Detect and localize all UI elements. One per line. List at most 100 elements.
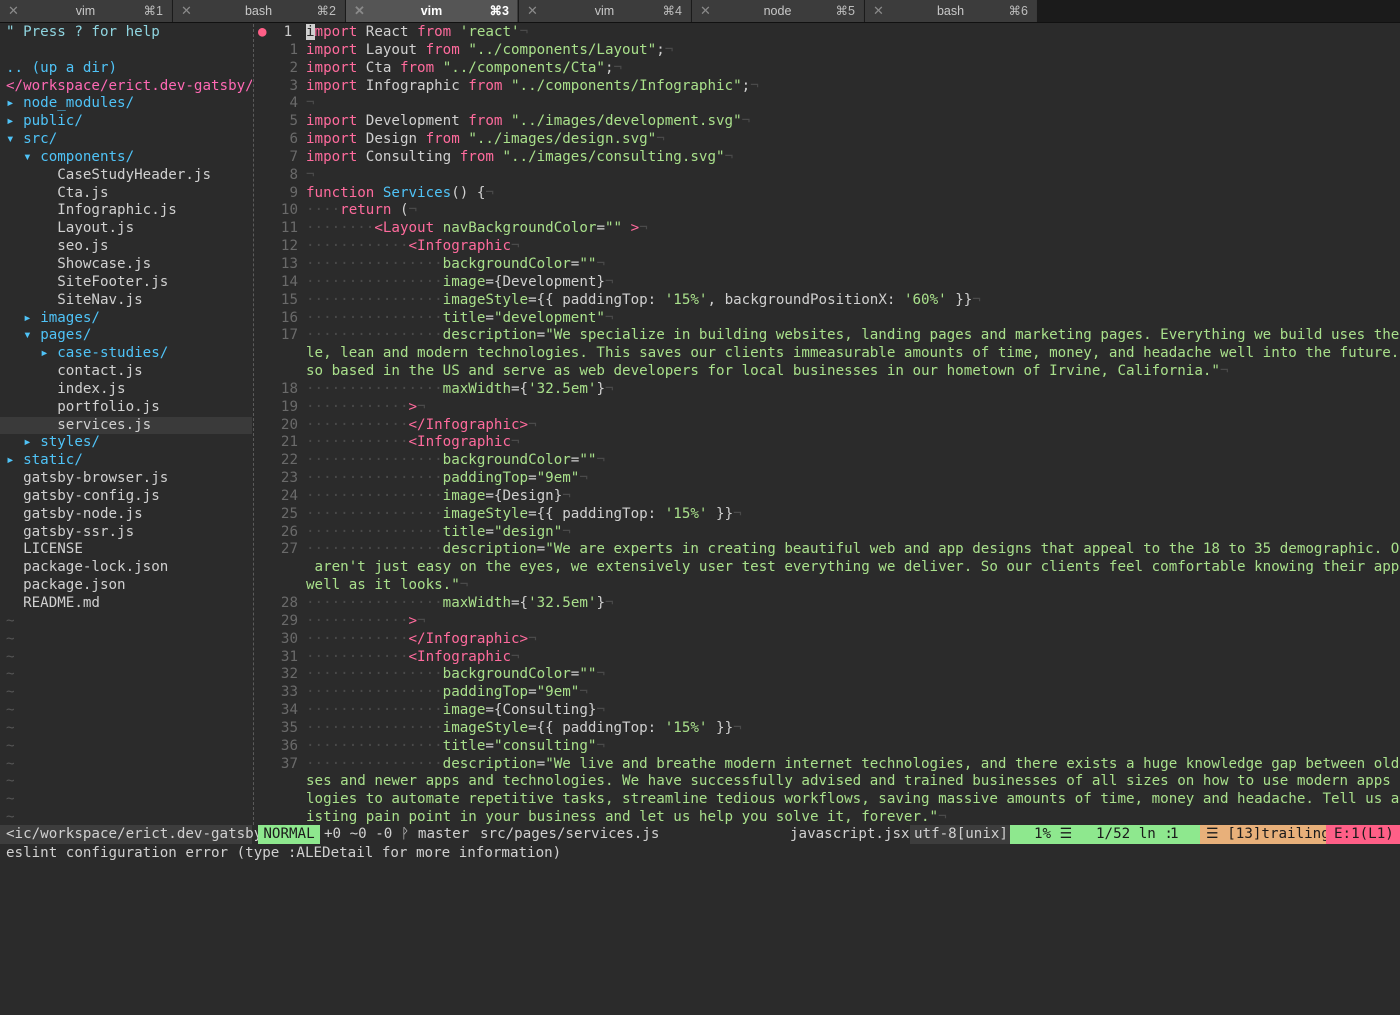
code-line[interactable]: ················imageStyle={{ paddingTop… <box>306 506 1400 524</box>
tree-directory[interactable]: ▾ pages/ <box>0 327 252 345</box>
tree-directory[interactable]: ▸ static/ <box>0 452 252 470</box>
close-tab-icon[interactable]: ✕ <box>527 0 538 22</box>
tree-directory[interactable]: ▸ images/ <box>0 310 252 328</box>
code-line[interactable]: ················backgroundColor=""¬ <box>306 256 1400 274</box>
collapsed-arrow-icon[interactable]: ▸ <box>23 310 40 326</box>
code-line[interactable]: ················imageStyle={{ paddingTop… <box>306 720 1400 738</box>
tree-file[interactable]: gatsby-config.js <box>0 488 252 506</box>
collapsed-arrow-icon[interactable]: ▸ <box>6 452 23 468</box>
tree-directory[interactable]: ▸ styles/ <box>0 434 252 452</box>
tree-file[interactable]: LICENSE <box>0 541 252 559</box>
close-tab-icon[interactable]: ✕ <box>354 0 365 22</box>
tree-file[interactable]: services.js <box>0 416 252 435</box>
code-line[interactable]: ················backgroundColor=""¬ <box>306 452 1400 470</box>
code-line[interactable]: ················title="design"¬ <box>306 524 1400 542</box>
code-line[interactable]: import Layout from "../components/Layout… <box>306 42 1400 60</box>
code-line[interactable]: so based in the US and serve as web deve… <box>306 363 1400 381</box>
tree-file[interactable]: portfolio.js <box>0 399 252 417</box>
tree-file[interactable]: SiteNav.js <box>0 292 252 310</box>
code-editor[interactable]: import React from 'react'¬ import Layout … <box>306 24 1400 825</box>
code-line[interactable]: ················image={Development}¬ <box>306 274 1400 292</box>
code-line[interactable]: ················image={Consulting}¬ <box>306 702 1400 720</box>
tree-file[interactable]: gatsby-ssr.js <box>0 524 252 542</box>
collapsed-arrow-icon[interactable]: ▸ <box>23 434 40 450</box>
tree-directory[interactable]: ▸ node_modules/ <box>0 95 252 113</box>
tree-file[interactable]: gatsby-node.js <box>0 506 252 524</box>
code-line[interactable]: import Development from "../images/devel… <box>306 113 1400 131</box>
code-line[interactable]: ················description="We speciali… <box>306 327 1400 345</box>
code-line[interactable]: ············<Infographic¬ <box>306 649 1400 667</box>
tab-4[interactable]: vim ✕ ⌘4 <box>519 0 691 22</box>
code-line[interactable]: ················imageStyle={{ paddingTop… <box>306 292 1400 310</box>
expanded-arrow-icon[interactable]: ▾ <box>23 327 40 343</box>
tab-5[interactable]: node ✕ ⌘5 <box>692 0 864 22</box>
code-line[interactable]: ················backgroundColor=""¬ <box>306 666 1400 684</box>
tree-file[interactable]: Infographic.js <box>0 202 252 220</box>
code-line[interactable]: ················maxWidth={'32.5em'}¬ <box>306 595 1400 613</box>
tab-1[interactable]: vim ✕ ⌘1 <box>0 0 172 22</box>
tree-file[interactable]: package-lock.json <box>0 559 252 577</box>
close-tab-icon[interactable]: ✕ <box>873 0 884 22</box>
code-line[interactable]: ················title="development"¬ <box>306 310 1400 328</box>
collapsed-arrow-icon[interactable]: ▸ <box>6 95 23 111</box>
code-line[interactable]: ············>¬ <box>306 613 1400 631</box>
expanded-arrow-icon[interactable]: ▾ <box>6 131 23 147</box>
code-token: ( <box>391 202 409 219</box>
tree-file[interactable]: package.json <box>0 577 252 595</box>
tree-file[interactable]: README.md <box>0 595 252 613</box>
code-line[interactable]: ················maxWidth={'32.5em'}¬ <box>306 381 1400 399</box>
code-line[interactable]: import Infographic from "../components/I… <box>306 78 1400 96</box>
tab-3[interactable]: vim ✕ ⌘3 <box>346 0 518 22</box>
tree-file[interactable]: index.js <box>0 381 252 399</box>
collapsed-arrow-icon[interactable]: ▸ <box>6 113 23 129</box>
code-line[interactable]: ····return (¬ <box>306 202 1400 220</box>
code-line[interactable]: ¬ <box>306 95 1400 113</box>
code-line[interactable]: import React from 'react'¬ <box>306 24 1400 42</box>
code-line[interactable]: ················description="We live and… <box>306 756 1400 774</box>
code-line[interactable]: ············<Infographic¬ <box>306 434 1400 452</box>
close-tab-icon[interactable]: ✕ <box>700 0 711 22</box>
code-line[interactable]: ses and newer apps and technologies. We … <box>306 773 1400 791</box>
close-tab-icon[interactable]: ✕ <box>181 0 192 22</box>
code-line[interactable]: ············<Infographic¬ <box>306 238 1400 256</box>
code-line[interactable]: ················description="We are expe… <box>306 541 1400 559</box>
code-line[interactable]: ················image={Design}¬ <box>306 488 1400 506</box>
tree-file[interactable]: Cta.js <box>0 185 252 203</box>
code-line[interactable]: aren't just easy on the eyes, we extensi… <box>306 559 1400 577</box>
code-line[interactable]: le, lean and modern technologies. This s… <box>306 345 1400 363</box>
tree-up-dir[interactable]: .. (up a dir) <box>0 60 252 78</box>
tree-directory[interactable]: ▾ src/ <box>0 131 252 149</box>
collapsed-arrow-icon[interactable]: ▸ <box>40 345 57 361</box>
code-line[interactable]: isting pain point in your business and l… <box>306 809 1400 825</box>
code-line[interactable]: ············</Infographic>¬ <box>306 631 1400 649</box>
code-line[interactable]: function Services() {¬ <box>306 185 1400 203</box>
code-line[interactable]: ¬ <box>306 167 1400 185</box>
tree-file[interactable]: Layout.js <box>0 220 252 238</box>
code-line[interactable]: ················title="consulting"¬ <box>306 738 1400 756</box>
tree-directory[interactable]: ▸ case-studies/ <box>0 345 252 363</box>
tree-directory[interactable]: ▾ components/ <box>0 149 252 167</box>
code-line[interactable]: import Design from "../images/design.svg… <box>306 131 1400 149</box>
tree-directory[interactable]: ▸ public/ <box>0 113 252 131</box>
tree-root-path[interactable]: </workspace/erict.dev-gatsby/ <box>0 78 252 96</box>
code-line[interactable]: logies to automate repetitive tasks, str… <box>306 791 1400 809</box>
expanded-arrow-icon[interactable]: ▾ <box>23 149 40 165</box>
tree-file[interactable]: seo.js <box>0 238 252 256</box>
code-line[interactable]: ············</Infographic>¬ <box>306 417 1400 435</box>
tree-file[interactable]: contact.js <box>0 363 252 381</box>
tree-file[interactable]: CaseStudyHeader.js <box>0 167 252 185</box>
code-line[interactable]: ········<Layout navBackgroundColor="" >¬ <box>306 220 1400 238</box>
code-line[interactable]: ············>¬ <box>306 399 1400 417</box>
code-line[interactable]: ················paddingTop="9em"¬ <box>306 684 1400 702</box>
code-line[interactable]: well as it looks."¬ <box>306 577 1400 595</box>
tab-6[interactable]: bash ✕ ⌘6 <box>865 0 1037 22</box>
tree-file[interactable]: SiteFooter.js <box>0 274 252 292</box>
code-line[interactable]: import Cta from "../components/Cta";¬ <box>306 60 1400 78</box>
code-line[interactable]: import Consulting from "../images/consul… <box>306 149 1400 167</box>
close-tab-icon[interactable]: ✕ <box>8 0 19 22</box>
code-line[interactable]: ················paddingTop="9em"¬ <box>306 470 1400 488</box>
tree-file[interactable]: Showcase.js <box>0 256 252 274</box>
tab-2[interactable]: bash ✕ ⌘2 <box>173 0 345 22</box>
tree-file[interactable]: gatsby-browser.js <box>0 470 252 488</box>
